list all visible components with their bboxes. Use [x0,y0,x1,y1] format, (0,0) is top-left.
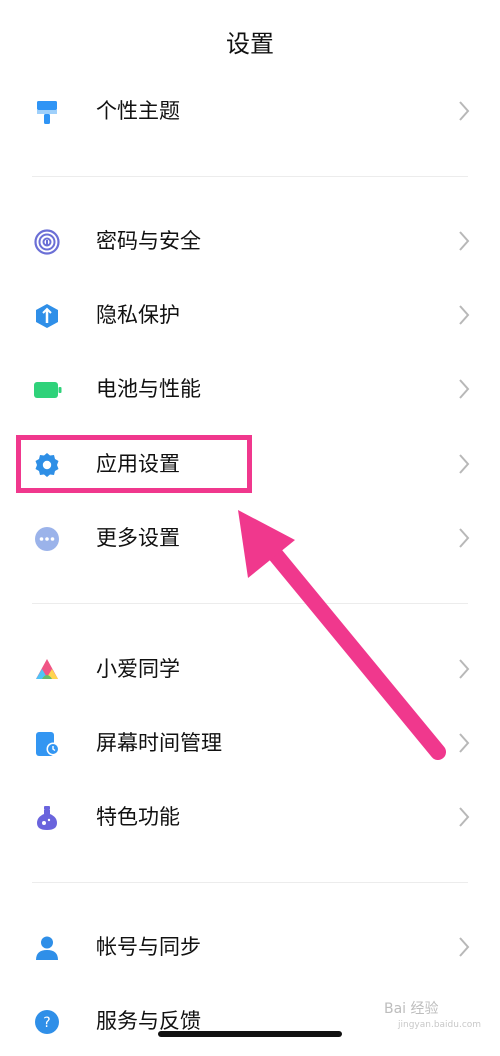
watermark-logo: Bai 经验 [384,1001,439,1017]
home-indicator[interactable] [158,1031,342,1037]
watermark-url: jingyan.baidu.com [398,1020,482,1030]
pointer-arrow-annotation [238,510,446,760]
